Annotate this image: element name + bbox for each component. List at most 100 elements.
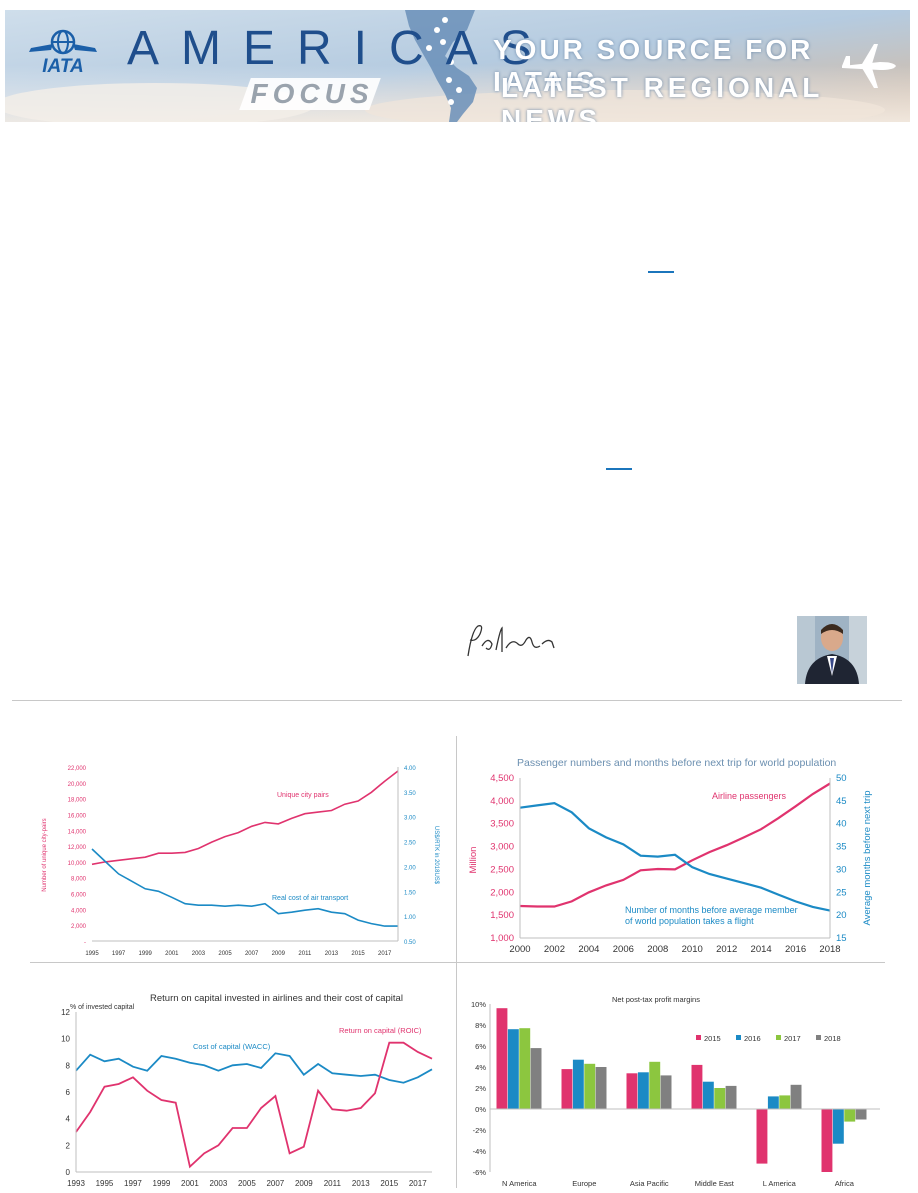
bar-2017-asia-pacific (649, 1061, 661, 1110)
series-line-real-cost-of-air-transport (91, 848, 398, 927)
bar-2016-n-america (507, 1029, 519, 1109)
y2-tick-label: 1.50 (404, 890, 416, 896)
bar-2016-europe (572, 1059, 584, 1109)
legend-label-2016: 2016 (744, 1034, 761, 1043)
bar-2015-asia-pacific (626, 1073, 638, 1109)
chart-passengers-svg: 1,000 1,500 2,000 2,500 3,000 3,500 4,000 4,500… (468, 757, 873, 955)
y-tick-label: -4% (473, 1147, 487, 1156)
x-tick-label: Middle East (695, 1179, 735, 1188)
y-tick-label: 4,000 (71, 908, 87, 914)
y2-tick-label: 3.50 (404, 791, 416, 797)
series-label-airline-passengers: Airline passengers (712, 791, 787, 801)
series-label-wacc: Cost of capital (WACC) (193, 1042, 271, 1051)
series-line-number-of-months-before-averag (519, 801, 831, 912)
y-tick-label: 8 (66, 1061, 71, 1070)
x-tick-label: 2005 (238, 1179, 256, 1188)
x-tick-label: 2001 (165, 951, 179, 957)
bar-2017-middle-east (714, 1088, 726, 1109)
y-axis-label: % of invested capital (70, 1004, 135, 1011)
y-tick-label: 8,000 (71, 877, 87, 883)
x-tick-label: 1997 (124, 1179, 142, 1188)
bar-2015-africa (821, 1109, 833, 1172)
y-tick-label: -2% (473, 1126, 487, 1135)
bar-2018-europe (595, 1067, 607, 1109)
chart-city-pairs-svg: - 2,000 4,000 6,000 8,000 10,000 12,000 14,000 1… (42, 766, 439, 957)
y-tick-label: 3,000 (490, 842, 514, 853)
bar-2016-africa (832, 1109, 844, 1144)
x-tick-label: 2001 (181, 1179, 199, 1188)
y2-tick-label: 15 (836, 933, 847, 944)
x-tick-label: 1993 (67, 1179, 85, 1188)
chart-profit-margins: Net post-tax profit margins -6% -4% -2% 0% 2%… (460, 992, 900, 1188)
y-tick-label: 4,000 (490, 796, 514, 807)
x-tick-label: 2003 (210, 1179, 228, 1188)
y-tick-label: 6% (475, 1042, 486, 1051)
x-tick-label: 2003 (192, 951, 206, 957)
y-tick-label: 4 (66, 1115, 71, 1124)
y2-tick-label: 4.00 (404, 766, 416, 772)
x-tick-label: 2015 (380, 1179, 398, 1188)
y-tick-label: 0% (475, 1105, 486, 1114)
x-tick-label: 1999 (153, 1179, 171, 1188)
x-tick-label: 2014 (751, 944, 772, 955)
y2-tick-label: 1.00 (404, 915, 416, 921)
y-axis-label: Number of unique city-pairs (42, 818, 48, 891)
y2-tick-label: 35 (836, 842, 847, 853)
y-tick-label: 6,000 (71, 893, 87, 899)
bar-2015-n-america (496, 1008, 508, 1109)
chart-roic-svg: 0246810121993 1995 1997 1999 2001 2003 2005 200… (61, 993, 433, 1188)
y-tick-label: 10% (471, 1000, 486, 1009)
chart-passengers: 1,000 1,500 2,000 2,500 3,000 3,500 4,000 4,500… (460, 750, 900, 960)
y2-tick-label: 40 (836, 819, 847, 830)
x-tick-label: 2015 (351, 951, 365, 957)
y2-tick-label: 0.50 (404, 940, 416, 946)
chart-title: Return on capital invested in airlines a… (150, 993, 403, 1004)
x-tick-label: 2007 (245, 951, 259, 957)
link-underline[interactable] (606, 468, 632, 470)
x-tick-label: 2002 (544, 944, 565, 955)
bar-2016-asia-pacific (637, 1072, 649, 1110)
y-tick-label: -6% (473, 1168, 487, 1177)
chart-roic: 0 2 4 6 8 10 12 1993 1995 1997 1999 2001 2003 2005 200… (40, 988, 440, 1188)
y-tick-label: 2,500 (490, 864, 514, 875)
legend-swatch-2018 (816, 1035, 821, 1040)
chart-title: Net post-tax profit margins (612, 995, 700, 1004)
x-tick-label: L America (763, 1179, 797, 1188)
x-tick-label: 2017 (409, 1179, 427, 1188)
x-tick-label: 1997 (112, 951, 126, 957)
y-axis-label: Million (468, 847, 479, 874)
link-underline[interactable] (648, 271, 674, 273)
y-tick-label: 0 (66, 1168, 71, 1177)
y-tick-label: 2% (475, 1084, 486, 1093)
y-tick-label: 6 (66, 1088, 71, 1097)
y2-tick-label: 45 (836, 796, 847, 807)
y-tick-label: 2,000 (490, 887, 514, 898)
airplane-icon (842, 44, 896, 88)
series-label-line-1: Number of months before average member (625, 905, 798, 915)
x-tick-label: 2007 (266, 1179, 284, 1188)
header-banner: IATA AMERICAS FOCUS YOUR SOURCE FOR IATA… (5, 10, 910, 122)
x-tick-label: 2016 (785, 944, 806, 955)
x-tick-label: 2009 (272, 951, 286, 957)
y-tick-label: - (84, 940, 86, 946)
y-tick-label: 12,000 (68, 845, 87, 851)
bar-2017-africa (844, 1109, 856, 1122)
x-tick-label: 2006 (613, 944, 634, 955)
x-tick-label: 2013 (352, 1179, 370, 1188)
chart-city-pairs: - 2,000 4,000 6,000 8,000 10,000 12,000 14,000 1… (40, 755, 450, 965)
x-tick-label: 2011 (298, 951, 312, 957)
author-photo (797, 616, 867, 684)
series-line-return-on-capital-roic- (75, 1041, 433, 1169)
y-tick-label: 4,500 (490, 773, 514, 784)
y-tick-label: 3,500 (490, 819, 514, 830)
x-tick-label: 1995 (85, 951, 99, 957)
x-tick-label: 2004 (578, 944, 599, 955)
banner-subtitle: FOCUS (250, 78, 374, 109)
legend-swatch-2016 (736, 1035, 741, 1040)
x-tick-label: 2008 (647, 944, 668, 955)
x-tick-label: 2009 (295, 1179, 313, 1188)
bar-2015-europe (561, 1069, 573, 1109)
x-tick-label: Africa (835, 1179, 855, 1188)
series-label-roic: Return on capital (ROIC) (339, 1026, 422, 1035)
bar-2018-l-america (790, 1084, 802, 1109)
